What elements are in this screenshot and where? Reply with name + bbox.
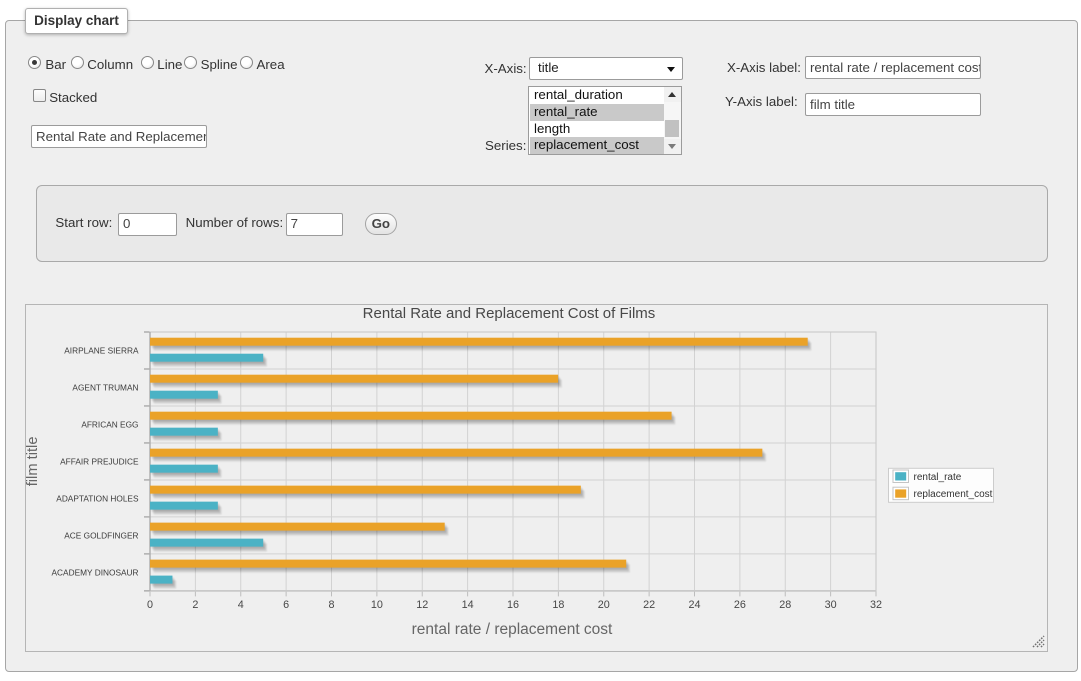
svg-text:16: 16	[507, 599, 519, 611]
svg-text:14: 14	[462, 599, 474, 611]
svg-text:ADAPTATION HOLES: ADAPTATION HOLES	[56, 493, 139, 503]
svg-text:6: 6	[283, 599, 289, 611]
svg-text:32: 32	[870, 599, 882, 611]
svg-text:film title: film title	[25, 436, 41, 486]
svg-text:2: 2	[192, 599, 198, 611]
svg-text:0: 0	[147, 599, 153, 611]
svg-text:12: 12	[416, 599, 428, 611]
svg-text:22: 22	[643, 599, 655, 611]
svg-text:ACE GOLDFINGER: ACE GOLDFINGER	[64, 530, 138, 540]
svg-text:replacement_cost: replacement_cost	[914, 489, 993, 500]
svg-text:AFFAIR PREJUDICE: AFFAIR PREJUDICE	[60, 456, 139, 466]
svg-text:AIRPLANE SIERRA: AIRPLANE SIERRA	[64, 345, 139, 355]
svg-text:4: 4	[238, 599, 244, 611]
svg-text:30: 30	[825, 599, 837, 611]
svg-text:10: 10	[371, 599, 383, 611]
svg-text:26: 26	[734, 599, 746, 611]
svg-text:28: 28	[779, 599, 791, 611]
svg-text:rental rate / replacement cost: rental rate / replacement cost	[412, 621, 613, 638]
svg-text:rental_rate: rental_rate	[914, 472, 962, 483]
svg-text:Rental Rate and Replacement Co: Rental Rate and Replacement Cost of Film…	[363, 304, 656, 321]
svg-text:AFRICAN EGG: AFRICAN EGG	[81, 419, 138, 429]
svg-text:8: 8	[328, 599, 334, 611]
svg-text:ACADEMY DINOSAUR: ACADEMY DINOSAUR	[52, 567, 139, 577]
svg-text:AGENT TRUMAN: AGENT TRUMAN	[72, 382, 138, 392]
svg-text:24: 24	[688, 599, 700, 611]
svg-text:20: 20	[598, 599, 610, 611]
svg-text:18: 18	[552, 599, 564, 611]
